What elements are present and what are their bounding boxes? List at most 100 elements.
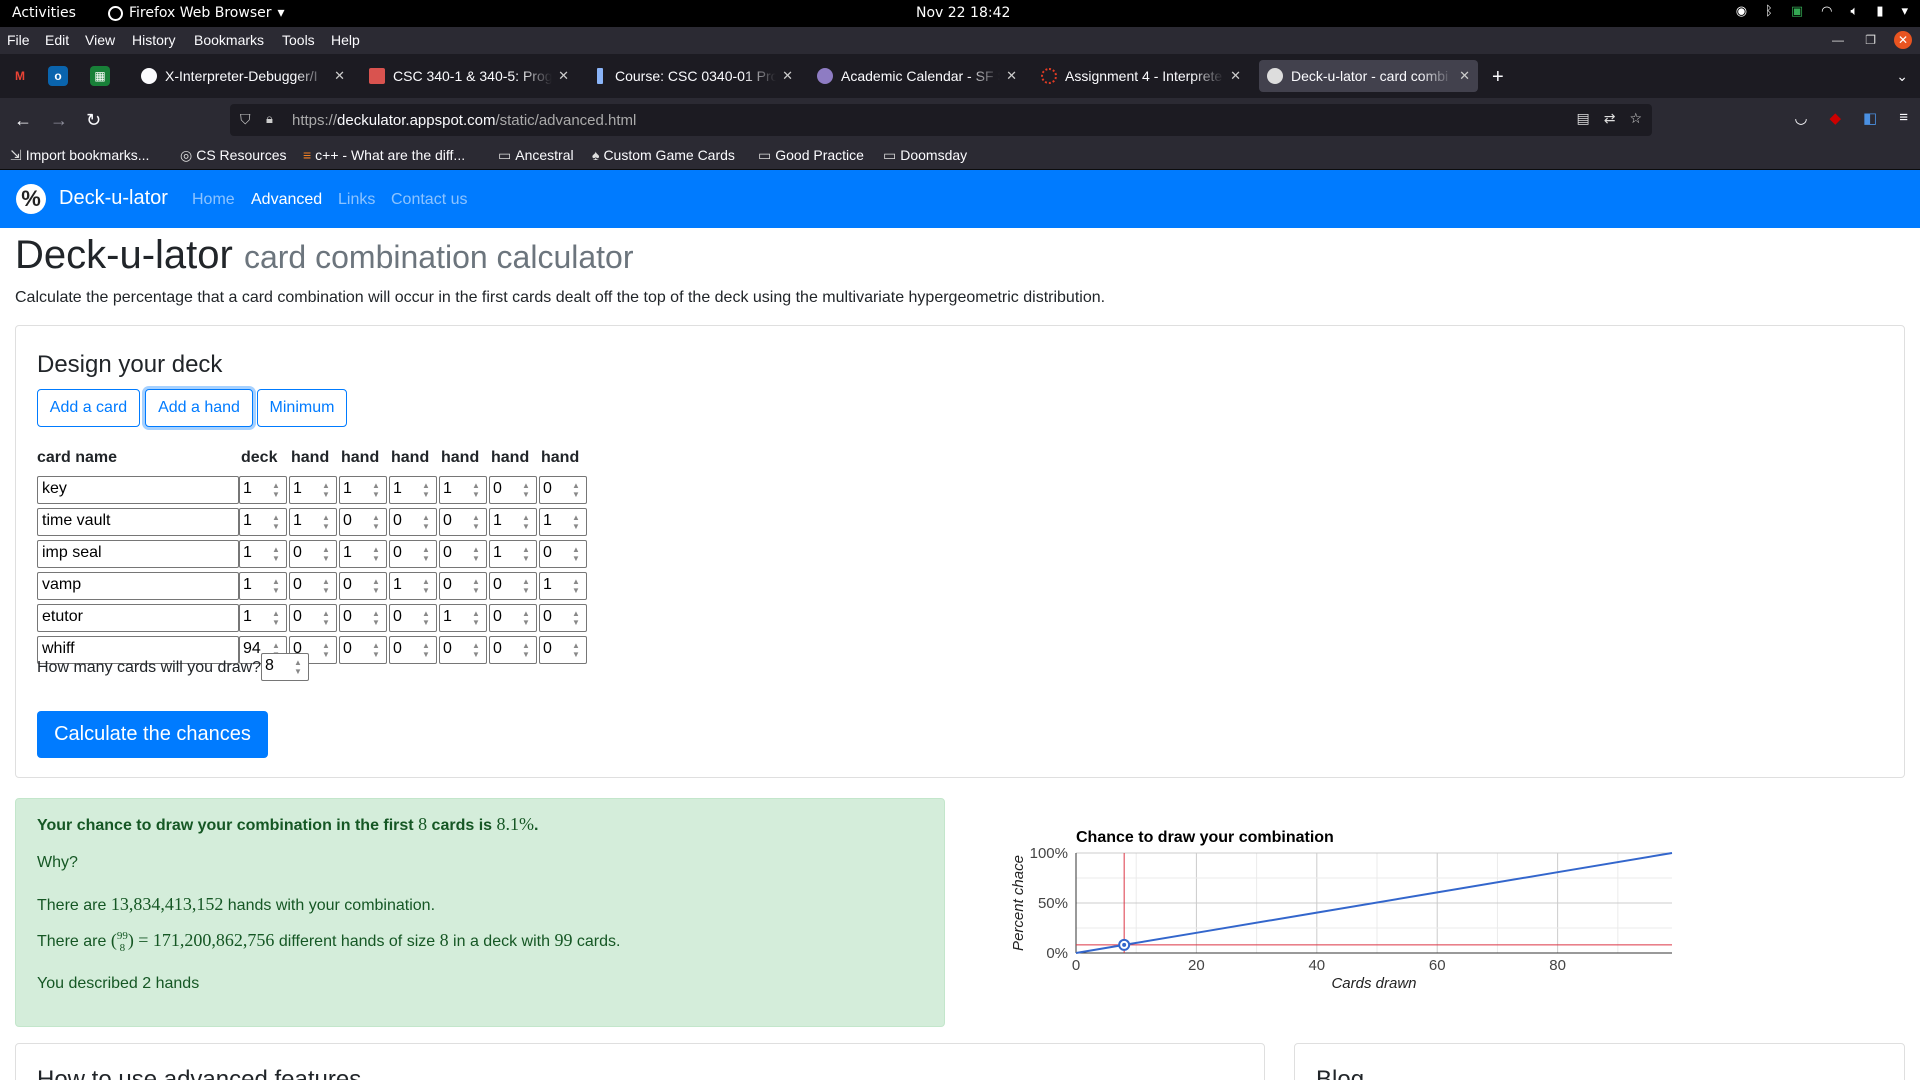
spinner-icon[interactable]: ▲▼ xyxy=(320,577,332,595)
nav-home[interactable]: Home xyxy=(192,191,235,209)
spinner-icon[interactable]: ▲▼ xyxy=(520,641,532,659)
spinner-icon[interactable]: ▲▼ xyxy=(470,513,482,531)
spinner-icon[interactable]: ▲▼ xyxy=(320,545,332,563)
forward-icon[interactable]: → xyxy=(50,110,68,131)
spinner-icon[interactable]: ▲▼ xyxy=(270,545,282,563)
hand-count-input[interactable]: 0 ▲ ▼ xyxy=(289,540,337,568)
close-tab-icon[interactable]: ✕ xyxy=(1230,68,1241,84)
card-name-input[interactable]: key xyxy=(37,476,239,504)
bookmark-cs-resources[interactable]: ◎ CS Resources xyxy=(180,147,286,164)
spinner-icon[interactable]: ▲▼ xyxy=(420,641,432,659)
url-text[interactable]: https://deckulator.appspot.com/static/ad… xyxy=(292,112,636,129)
bookmark-custom-game-cards[interactable]: ♠ Custom Game Cards xyxy=(592,147,735,163)
back-icon[interactable]: ← xyxy=(14,110,32,131)
spinner-icon[interactable]: ▲▼ xyxy=(470,481,482,499)
minimum-button[interactable]: Minimum xyxy=(257,389,347,427)
hand-count-input[interactable]: 0 ▲ ▼ xyxy=(389,540,437,568)
hand-count-input[interactable]: 1 ▲ ▼ xyxy=(439,604,487,632)
hand-count-input[interactable]: 1 ▲ ▼ xyxy=(289,476,337,504)
app-menu[interactable]: Firefox Web Browser ▾ xyxy=(108,5,285,21)
hand-count-input[interactable]: 0 ▲ ▼ xyxy=(389,508,437,536)
tab-github[interactable]: X-Interpreter-Debugger/I ✕ xyxy=(133,60,353,92)
spinner-icon[interactable]: ▲▼ xyxy=(370,513,382,531)
hand-count-input[interactable]: 0 ▲ ▼ xyxy=(489,476,537,504)
add-hand-button[interactable]: Add a hand xyxy=(145,389,253,427)
new-tab-icon[interactable]: + xyxy=(1492,66,1504,89)
hand-count-input[interactable]: 0 ▲ ▼ xyxy=(339,508,387,536)
activities-button[interactable]: Activities xyxy=(12,5,76,21)
close-window-icon[interactable]: ✕ xyxy=(1894,31,1912,49)
spinner-icon[interactable]: ▲▼ xyxy=(570,577,582,595)
shield-icon[interactable]: ⛉ xyxy=(240,111,251,128)
menu-bookmarks[interactable]: Bookmarks xyxy=(194,32,264,48)
card-name-input[interactable]: imp seal xyxy=(37,540,239,568)
sheets-icon[interactable]: ▣ xyxy=(1791,4,1803,19)
nav-advanced[interactable]: Advanced xyxy=(251,191,322,209)
hand-count-input[interactable]: 0 ▲ ▼ xyxy=(489,636,537,664)
hand-count-input[interactable]: 0 ▲ ▼ xyxy=(339,636,387,664)
deck-count-input[interactable]: 1 ▲ ▼ xyxy=(239,508,287,536)
spinner-icon[interactable]: ▲▼ xyxy=(520,609,532,627)
site-brand[interactable]: Deck-u-lator xyxy=(59,187,168,210)
hand-count-input[interactable]: 0 ▲ ▼ xyxy=(439,636,487,664)
spinner-icon[interactable]: ▲▼ xyxy=(270,609,282,627)
deck-count-input[interactable]: 1 ▲ ▼ xyxy=(239,540,287,568)
spinner-icon[interactable]: ▲▼ xyxy=(370,609,382,627)
hand-count-input[interactable]: 1 ▲ ▼ xyxy=(439,476,487,504)
hand-count-input[interactable]: 1 ▲ ▼ xyxy=(539,508,587,536)
reader-view-icon[interactable]: ▤ xyxy=(1576,110,1589,127)
percent-logo-icon[interactable]: % xyxy=(16,184,46,214)
spinner-icon[interactable]: ▲▼ xyxy=(320,641,332,659)
spinner-icon[interactable]: ▲▼ xyxy=(570,545,582,563)
hand-count-input[interactable]: 0 ▲ ▼ xyxy=(339,572,387,600)
translate-extension-icon[interactable]: ◧ xyxy=(1863,109,1877,127)
bookmark-import[interactable]: ⇲ Import bookmarks... xyxy=(10,147,149,164)
battery-icon[interactable]: ▮ xyxy=(1876,4,1883,19)
tab-academic-calendar[interactable]: Academic Calendar - SF St ✕ xyxy=(809,60,1025,92)
power-menu-icon[interactable]: ▾ xyxy=(1901,4,1908,19)
bookmark-cpp[interactable]: ≡ c++ - What are the diff... xyxy=(303,147,465,163)
spinner-icon[interactable]: ▲▼ xyxy=(470,577,482,595)
card-name-input[interactable]: vamp xyxy=(37,572,239,600)
hand-count-input[interactable]: 1 ▲ ▼ xyxy=(489,508,537,536)
hand-count-input[interactable]: 0 ▲ ▼ xyxy=(389,604,437,632)
sheets-pinned-tab-icon[interactable]: ▦ xyxy=(90,66,110,86)
hand-count-input[interactable]: 0 ▲ ▼ xyxy=(339,604,387,632)
card-name-input[interactable]: etutor xyxy=(37,604,239,632)
spinner-icon[interactable]: ▲▼ xyxy=(570,513,582,531)
menu-help[interactable]: Help xyxy=(331,32,360,48)
hand-count-input[interactable]: 0 ▲ ▼ xyxy=(289,604,337,632)
hand-count-input[interactable]: 0 ▲ ▼ xyxy=(389,636,437,664)
deck-count-input[interactable]: 1 ▲ ▼ xyxy=(239,572,287,600)
minimize-icon[interactable]: — xyxy=(1832,33,1844,47)
spinner-icon[interactable]: ▲▼ xyxy=(520,481,532,499)
restore-icon[interactable]: ❐ xyxy=(1865,33,1876,47)
list-all-tabs-icon[interactable]: ⌄ xyxy=(1896,68,1908,85)
spinner-icon[interactable]: ▲▼ xyxy=(270,577,282,595)
deck-count-input[interactable]: 1 ▲ ▼ xyxy=(239,476,287,504)
bluetooth-icon[interactable]: ᛒ xyxy=(1765,4,1773,19)
hand-count-input[interactable]: 0 ▲ ▼ xyxy=(289,572,337,600)
close-tab-icon[interactable]: ✕ xyxy=(1006,68,1017,84)
reload-icon[interactable]: ↻ xyxy=(86,110,101,131)
tab-deckulator[interactable]: Deck-u-lator - card combi ✕ xyxy=(1259,60,1478,92)
discord-icon[interactable]: ◉ xyxy=(1736,4,1747,19)
hand-count-input[interactable]: 0 ▲ ▼ xyxy=(439,508,487,536)
hand-count-input[interactable]: 0 ▲ ▼ xyxy=(489,604,537,632)
spinner-icon[interactable]: ▲▼ xyxy=(320,513,332,531)
menu-edit[interactable]: Edit xyxy=(45,32,69,48)
card-name-input[interactable]: time vault xyxy=(37,508,239,536)
bookmark-folder-ancestral[interactable]: ▭ Ancestral xyxy=(498,147,574,164)
pocket-icon[interactable]: ◡ xyxy=(1794,109,1807,127)
spinner-icon[interactable]: ▲▼ xyxy=(520,513,532,531)
nav-contact-us[interactable]: Contact us xyxy=(391,191,467,209)
spinner-icon[interactable]: ▲▼ xyxy=(370,481,382,499)
hamburger-menu-icon[interactable]: ≡ xyxy=(1899,109,1908,127)
draw-count-input[interactable]: 8 ▲ ▼ xyxy=(261,653,309,681)
spinner-icon[interactable]: ▲▼ xyxy=(270,481,282,499)
spinner-icon[interactable]: ▲▼ xyxy=(370,545,382,563)
hand-count-input[interactable]: 0 ▲ ▼ xyxy=(539,636,587,664)
bookmark-folder-doomsday[interactable]: ▭ Doomsday xyxy=(883,147,967,164)
hand-count-input[interactable]: 0 ▲ ▼ xyxy=(539,604,587,632)
hand-count-input[interactable]: 1 ▲ ▼ xyxy=(389,572,437,600)
